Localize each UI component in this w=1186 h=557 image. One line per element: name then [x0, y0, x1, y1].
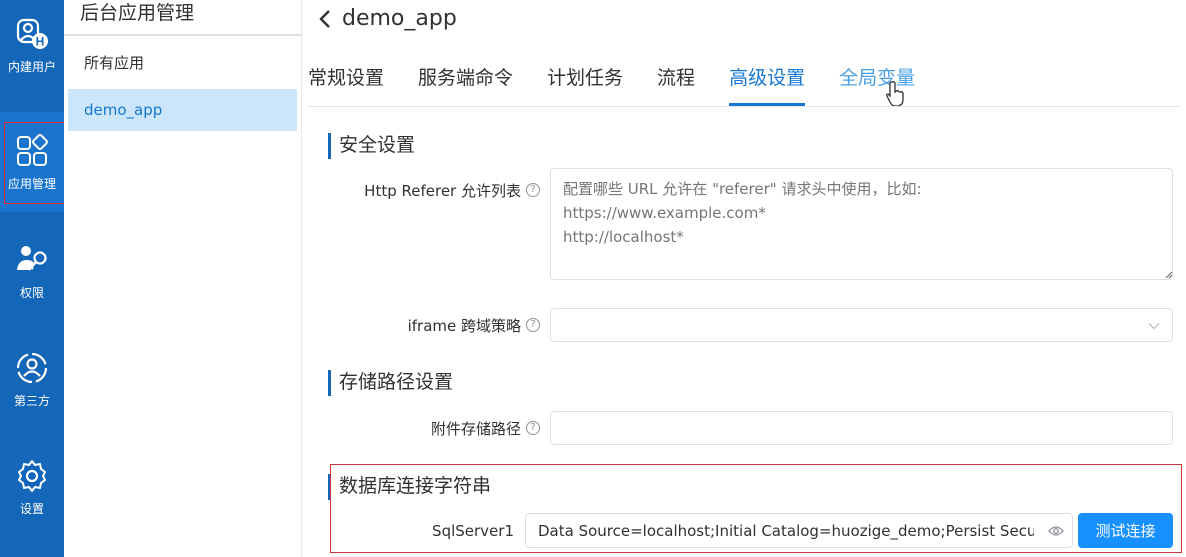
app-grid-icon: [17, 133, 48, 166]
tab-workflow[interactable]: 流程: [657, 60, 695, 106]
tab-global-variables[interactable]: 全局变量: [839, 60, 915, 106]
rail-label: 第三方: [13, 393, 50, 408]
iframe-label: iframe 跨域策略: [407, 316, 521, 335]
sqlserver-label: SqlServer1: [432, 522, 514, 540]
tab-advanced[interactable]: 高级设置: [729, 60, 806, 106]
rail-item-app-management[interactable]: 应用管理: [0, 112, 64, 212]
rail-item-third-party[interactable]: 第三方: [0, 334, 64, 424]
tab-general[interactable]: 常规设置: [308, 60, 384, 106]
left-rail: H 内建用户 应用管理 权限 第三方 设置: [0, 0, 64, 557]
panel-divider: [64, 34, 302, 36]
tab-server-commands[interactable]: 服务端命令: [418, 60, 513, 106]
panel-item-all-apps[interactable]: 所有应用: [68, 42, 297, 84]
referer-textarea[interactable]: [550, 168, 1173, 280]
third-party-icon: [16, 352, 48, 383]
iframe-label-row: iframe 跨域策略 ?: [342, 313, 540, 337]
referer-label: Http Referer 允许列表: [364, 181, 521, 200]
referer-label-row: Http Referer 允许列表 ?: [342, 178, 540, 202]
permission-key-icon: [17, 245, 47, 271]
sqlserver-label-row: SqlServer1: [342, 519, 514, 543]
connection-string-input[interactable]: [526, 514, 1046, 547]
builtin-user-icon: H: [16, 18, 48, 49]
section-title-security: 安全设置: [328, 133, 415, 159]
storage-path-input[interactable]: [550, 411, 1173, 445]
help-icon[interactable]: ?: [526, 183, 540, 197]
panel-item-demo-app[interactable]: demo_app: [68, 89, 297, 131]
main-content: demo_app 常规设置 服务端命令 计划任务 流程 高级设置 全局变量 安全…: [302, 0, 1186, 557]
rail-label: 内建用户: [7, 59, 56, 74]
rail-item-builtin-users[interactable]: H 内建用户: [0, 0, 64, 90]
tabs-divider: [308, 106, 1180, 107]
iframe-policy-select[interactable]: [550, 308, 1173, 342]
app-list-panel: 后台应用管理 所有应用 demo_app: [64, 0, 302, 557]
test-connection-button[interactable]: 测试连接: [1078, 513, 1173, 548]
back-button[interactable]: demo_app: [316, 6, 457, 31]
gear-icon: [18, 459, 46, 492]
rail-label: 应用管理: [7, 176, 56, 191]
chevron-down-icon: [1148, 323, 1160, 330]
help-icon[interactable]: ?: [526, 318, 540, 332]
tab-bar: 常规设置 服务端命令 计划任务 流程 高级设置 全局变量: [308, 60, 949, 106]
help-icon[interactable]: ?: [526, 421, 540, 435]
rail-item-permissions[interactable]: 权限: [0, 226, 64, 316]
tab-scheduled-tasks[interactable]: 计划任务: [547, 60, 623, 106]
rail-label: 设置: [19, 501, 44, 516]
panel-title: 后台应用管理: [80, 2, 195, 24]
connection-string-field: [525, 513, 1073, 548]
rail-label: 权限: [19, 285, 44, 300]
section-title-storage: 存储路径设置: [328, 370, 453, 396]
chevron-left-icon: [319, 9, 330, 28]
page-title: demo_app: [342, 6, 457, 31]
rail-item-settings[interactable]: 设置: [0, 442, 64, 532]
eye-icon[interactable]: [1048, 523, 1064, 539]
svg-text:H: H: [36, 34, 45, 48]
storage-path-label: 附件存储路径: [430, 419, 521, 438]
storage-path-label-row: 附件存储路径 ?: [342, 416, 540, 440]
section-title-database: 数据库连接字符串: [328, 474, 491, 500]
